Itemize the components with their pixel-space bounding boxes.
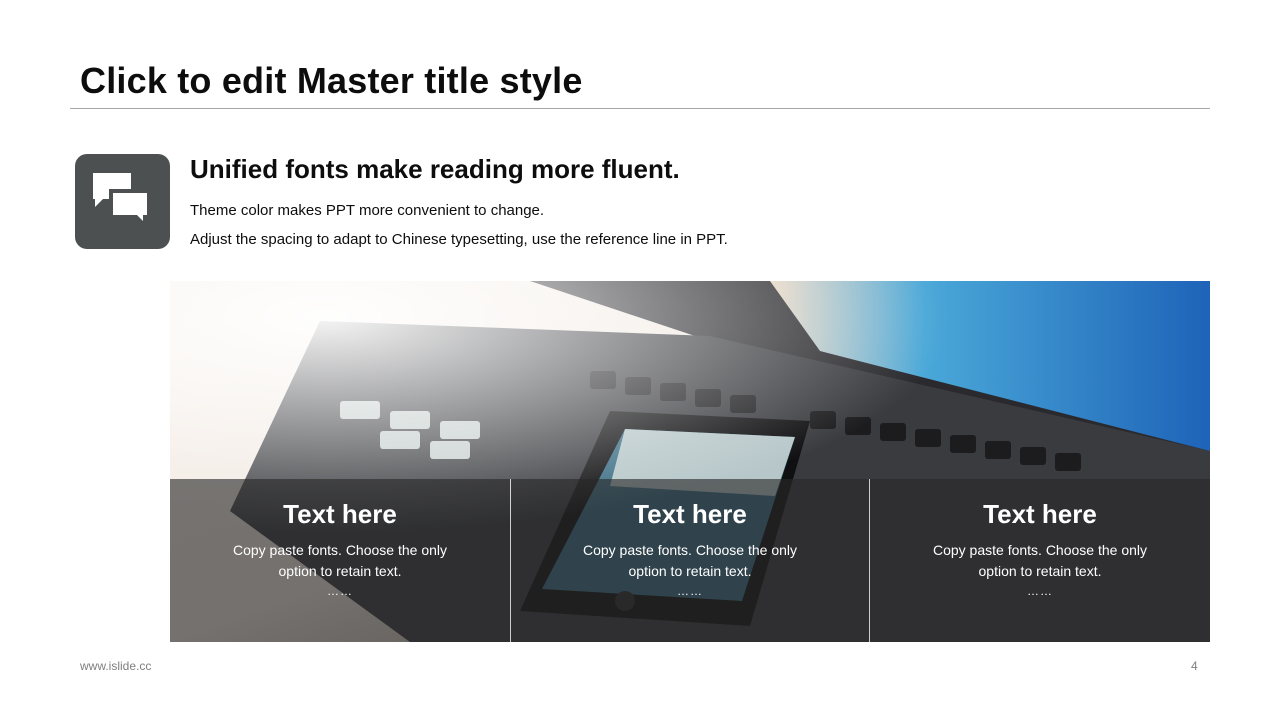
- panel-body: Copy paste fonts. Choose the only option…: [582, 542, 798, 579]
- panel-heading: Text here: [633, 499, 747, 529]
- description-line-1: Theme color makes PPT more convenient to…: [190, 202, 545, 219]
- panel-ellipsis: ……: [1027, 584, 1053, 598]
- panel-ellipsis: ……: [327, 584, 353, 598]
- chat-bubbles-icon: [93, 173, 151, 227]
- panel-body: Copy paste fonts. Choose the only option…: [932, 542, 1148, 579]
- title-divider: [70, 108, 1210, 109]
- chat-icon-tile: [75, 154, 170, 249]
- subheading: Unified fonts make reading more fluent.: [190, 154, 680, 184]
- page-number: 4: [1191, 659, 1198, 673]
- description-line-2: Adjust the spacing to adapt to Chinese t…: [190, 231, 728, 248]
- slide-title: Click to edit Master title style: [80, 60, 583, 101]
- panel-heading: Text here: [983, 499, 1097, 529]
- panel-ellipsis: ……: [677, 584, 703, 598]
- panel-body: Copy paste fonts. Choose the only option…: [232, 542, 448, 579]
- footer-url: www.islide.cc: [80, 659, 152, 673]
- text-panel-3: Text here Copy paste fonts. Choose the o…: [870, 479, 1210, 642]
- text-panel-2: Text here Copy paste fonts. Choose the o…: [511, 479, 869, 642]
- text-panel-1: Text here Copy paste fonts. Choose the o…: [170, 479, 510, 642]
- laptop-phone-photo: Text here Copy paste fonts. Choose the o…: [170, 281, 1210, 642]
- panel-heading: Text here: [283, 499, 397, 529]
